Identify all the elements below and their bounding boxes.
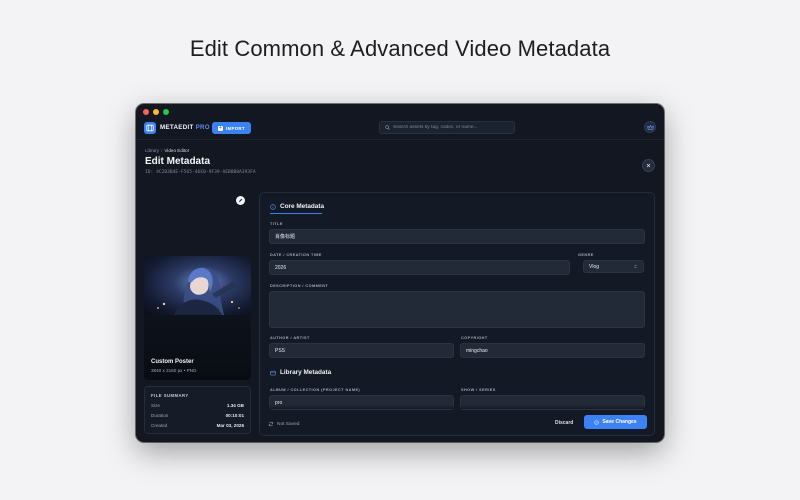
top-bar: METAEDIT PRO + IMPORT — [136, 118, 664, 140]
page-headline: Edit Common & Advanced Video Metadata — [189, 36, 611, 61]
summary-row: Created Mar 03, 2026 — [151, 423, 244, 428]
copyright-field[interactable]: mingchao — [460, 343, 645, 358]
crown-icon[interactable] — [644, 121, 656, 133]
save-status: Not Saved — [268, 421, 299, 427]
summary-row: Duration 00:10:01 — [151, 413, 244, 418]
app-name: METAEDIT PRO — [160, 124, 210, 131]
poster-image — [144, 256, 251, 315]
metadata-panel: Core Metadata TITLE 肖像标题 DATE / CREATION… — [259, 192, 655, 436]
import-button[interactable]: + IMPORT — [212, 122, 251, 134]
search-icon — [385, 125, 390, 130]
poster-subtitle: 3840 x 2160 px • PNG — [151, 368, 197, 373]
breadcrumb-current: Video Editor — [164, 148, 190, 153]
date-field[interactable]: 2026 — [269, 260, 570, 275]
close-icon — [646, 163, 651, 168]
file-summary: FILE SUMMARY Size 1.34 GB Duration 00:10:0… — [144, 386, 251, 434]
library-metadata-heading: Library Metadata — [270, 369, 331, 376]
library-icon — [270, 370, 276, 375]
tab-underline — [270, 213, 322, 214]
author-field[interactable]: PSS — [269, 343, 454, 358]
save-changes-button[interactable]: Save Changes — [584, 415, 647, 429]
asset-id: ID: 4C2B3B4E-F565-46E0-9F39-AEB8B8A393FA — [145, 170, 256, 175]
sync-icon — [268, 421, 274, 427]
zoom-window-button[interactable] — [163, 109, 169, 115]
info-circle-icon — [270, 203, 276, 210]
app-window: METAEDIT PRO + IMPORT Library/Video Edit… — [136, 104, 664, 442]
close-window-button[interactable] — [143, 109, 149, 115]
close-button[interactable] — [642, 159, 655, 172]
discard-button[interactable]: Discard — [555, 420, 573, 426]
description-field[interactable] — [269, 291, 645, 328]
poster-card[interactable]: Custom Poster 3840 x 2160 px • PNG — [144, 256, 251, 380]
save-icon — [594, 419, 600, 425]
chevron-updown-icon — [634, 264, 637, 269]
genre-select[interactable]: Vlog — [583, 260, 644, 273]
search-input[interactable] — [393, 125, 513, 130]
minimize-window-button[interactable] — [153, 109, 159, 115]
search-bar[interactable] — [379, 121, 515, 134]
title-field[interactable]: 肖像标题 — [269, 229, 645, 244]
breadcrumb-library[interactable]: Library — [145, 148, 159, 153]
page-title: Edit Metadata — [145, 156, 211, 167]
app-logo-icon — [144, 122, 156, 134]
file-summary-heading: FILE SUMMARY — [151, 393, 189, 398]
edit-poster-icon[interactable] — [236, 196, 245, 205]
poster-title: Custom Poster — [151, 359, 194, 365]
summary-row: Size 1.34 GB — [151, 403, 244, 408]
plus-icon: + — [218, 124, 223, 131]
breadcrumb: Library / Video Editor — [145, 148, 190, 153]
window-controls — [143, 109, 169, 115]
core-metadata-heading: Core Metadata — [270, 203, 324, 210]
